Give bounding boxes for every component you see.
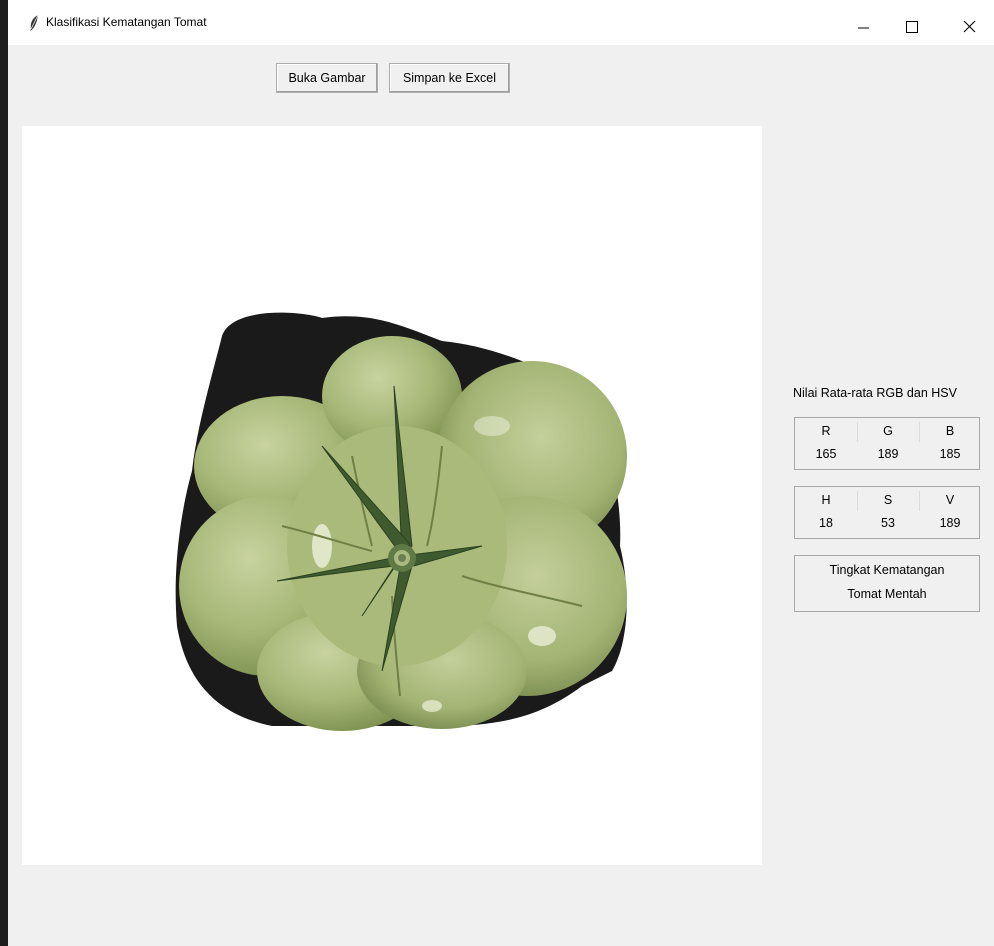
rgb-values-box: R 165 G 189 B 185 (794, 417, 980, 470)
minimize-button[interactable] (840, 0, 886, 45)
ripeness-result-box: Tingkat Kematangan Tomat Mentah (794, 555, 980, 612)
open-image-button[interactable]: Buka Gambar (276, 63, 378, 93)
feather-icon (28, 14, 40, 32)
rgb-column-r: R 165 (795, 418, 857, 469)
ripeness-label: Tingkat Kematangan (829, 563, 945, 577)
close-button[interactable] (946, 0, 992, 45)
window-title: Klasifikasi Kematangan Tomat (46, 15, 207, 29)
close-icon (963, 20, 976, 33)
maximize-icon (906, 21, 918, 33)
hsv-values-box: H 18 S 53 V 189 (794, 486, 980, 539)
hsv-header-v: V (945, 493, 955, 507)
hsv-header-h: H (821, 493, 831, 507)
hsv-column-s: S 53 (857, 487, 919, 538)
hsv-column-h: H 18 (795, 487, 857, 538)
rgb-column-g: G 189 (857, 418, 919, 469)
rgb-header-b: B (945, 424, 955, 438)
image-panel (22, 126, 762, 865)
rgb-value-b: 185 (939, 447, 961, 461)
hsv-value-h: 18 (819, 516, 833, 530)
rgb-value-g: 189 (877, 447, 899, 461)
rgb-header-r: R (821, 424, 831, 438)
save-to-excel-button[interactable]: Simpan ke Excel (389, 63, 510, 93)
maximize-button[interactable] (888, 0, 934, 45)
rgb-header-g: G (883, 424, 893, 438)
title-bar[interactable]: Klasifikasi Kematangan Tomat (8, 0, 994, 45)
hsv-value-s: 53 (881, 516, 895, 530)
minimize-icon (858, 27, 869, 29)
hsv-column-v: V 189 (919, 487, 981, 538)
hsv-header-s: S (883, 493, 893, 507)
rgb-column-b: B 185 (919, 418, 981, 469)
app-window: Klasifikasi Kematangan Tomat Buka Gambar… (8, 0, 994, 946)
hsv-value-v: 189 (939, 516, 961, 530)
stats-title: Nilai Rata-rata RGB dan HSV (793, 386, 957, 400)
ripeness-value: Tomat Mentah (847, 587, 927, 601)
green-tomato-photo (175, 312, 627, 731)
rgb-value-r: 165 (815, 447, 837, 461)
